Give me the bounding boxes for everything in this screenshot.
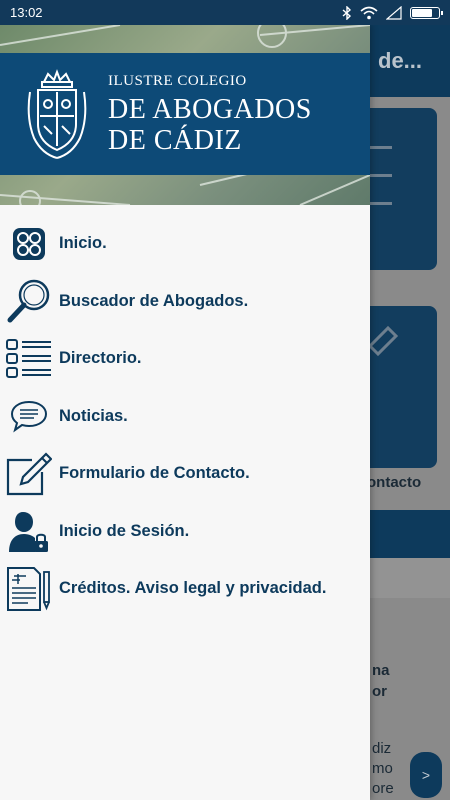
menu-item-creditos[interactable]: Créditos. Aviso legal y privacidad.: [0, 560, 370, 618]
legal-document-icon: [5, 566, 53, 612]
menu-item-buscador[interactable]: Buscador de Abogados.: [0, 273, 370, 331]
status-bar: 13:02: [0, 0, 450, 25]
brand-name: ILUSTRE COLEGIO DE ABOGADOS DE CÁDIZ: [108, 73, 312, 156]
drawer-menu: Inicio. Buscador de Abogados. Directorio…: [0, 215, 370, 618]
background-snippet-line: ore: [372, 780, 394, 797]
background-snippet-line: na: [372, 662, 390, 679]
menu-item-label: Créditos. Aviso legal y privacidad.: [59, 579, 327, 598]
status-time: 13:02: [10, 5, 43, 20]
background-snippet-line: mo: [372, 760, 393, 777]
brand-line-1: ILUSTRE COLEGIO: [108, 72, 247, 89]
menu-item-label: Formulario de Contacto.: [59, 464, 250, 483]
menu-item-noticias[interactable]: Noticias.: [0, 388, 370, 446]
brand-line-3: DE CÁDIZ: [108, 124, 242, 156]
menu-item-inicio-sesion[interactable]: Inicio de Sesión.: [0, 503, 370, 561]
brand-line-2: DE ABOGADOS: [108, 93, 312, 125]
drawer-header: ILUSTRE COLEGIO DE ABOGADOS DE CÁDIZ: [0, 25, 370, 205]
menu-item-label: Inicio.: [59, 234, 107, 253]
menu-item-label: Inicio de Sesión.: [59, 521, 190, 540]
chat-bubble-icon: [5, 393, 53, 439]
menu-line: [370, 174, 392, 177]
background-card-label: ontacto: [367, 474, 422, 491]
battery-icon: [410, 6, 443, 19]
menu-line: [370, 146, 392, 149]
menu-item-label: Directorio.: [59, 349, 142, 368]
background-header-title: de...: [378, 48, 423, 73]
menu-item-label: Buscador de Abogados.: [59, 291, 249, 310]
coat-of-arms-logo: [27, 69, 87, 159]
grid-icon: [5, 221, 53, 267]
signal-icon: [386, 5, 402, 20]
menu-line: [370, 202, 392, 205]
user-lock-icon: [5, 508, 53, 554]
wifi-icon: [360, 6, 378, 19]
menu-item-directorio[interactable]: Directorio.: [0, 330, 370, 388]
status-icons: [342, 5, 443, 20]
menu-item-label: Noticias.: [59, 406, 128, 425]
bluetooth-icon: [342, 5, 352, 20]
magnifier-icon: [5, 278, 53, 324]
next-button[interactable]: >: [410, 752, 442, 798]
navigation-drawer: ILUSTRE COLEGIO DE ABOGADOS DE CÁDIZ Ini…: [0, 25, 370, 800]
menu-item-formulario-contacto[interactable]: Formulario de Contacto.: [0, 445, 370, 503]
menu-item-inicio[interactable]: Inicio.: [0, 215, 370, 273]
list-icon: [5, 336, 53, 382]
background-snippet-line: diz: [372, 740, 392, 757]
background-snippet-line: or: [372, 683, 387, 700]
brand-band: ILUSTRE COLEGIO DE ABOGADOS DE CÁDIZ: [0, 53, 370, 175]
pencil-edit-icon: [5, 451, 53, 497]
next-button-label: >: [421, 767, 431, 783]
